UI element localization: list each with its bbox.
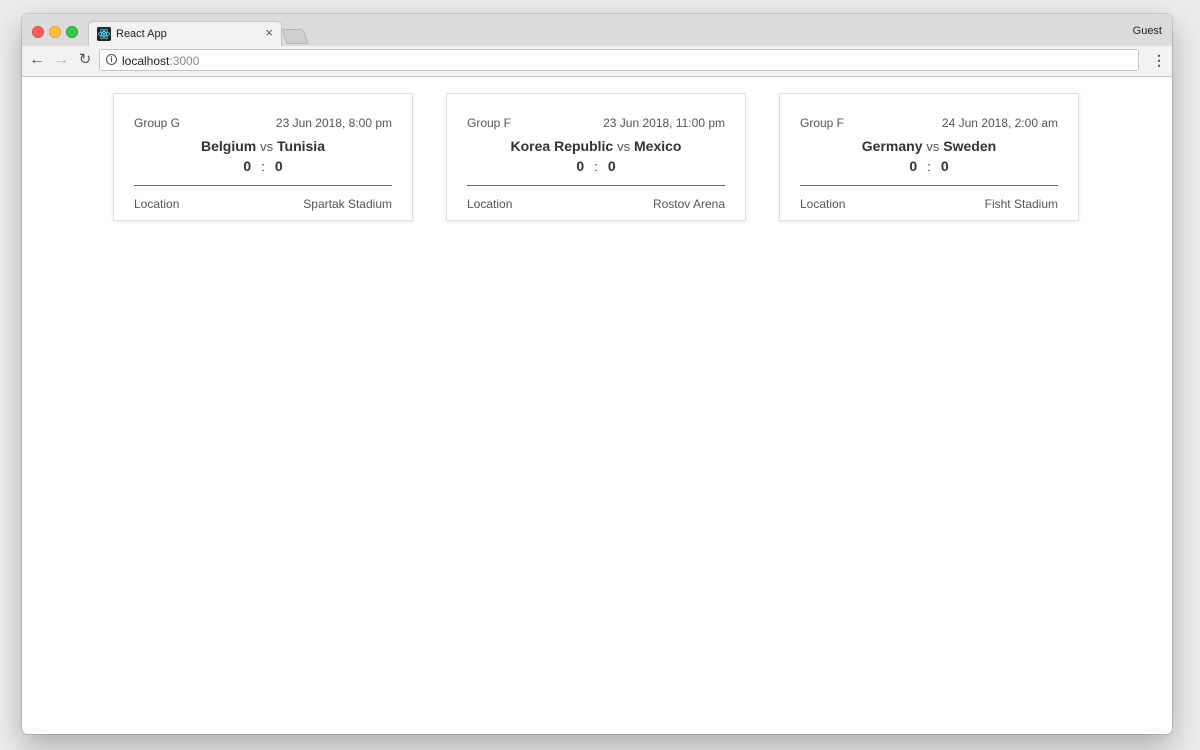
match-score: 0:0 bbox=[780, 158, 1078, 174]
window-close-button[interactable] bbox=[32, 26, 44, 38]
location-value: Rostov Arena bbox=[652, 197, 725, 211]
tab-title: React App bbox=[116, 28, 167, 40]
info-icon[interactable]: i bbox=[106, 54, 117, 65]
match-teams: Germany vs Sweden bbox=[780, 138, 1078, 154]
card-footer: Location Spartak Stadium bbox=[134, 197, 392, 211]
card-divider bbox=[800, 185, 1058, 186]
location-label: Location bbox=[134, 197, 180, 211]
card-divider bbox=[467, 185, 725, 186]
card-footer: Location Fisht Stadium bbox=[800, 197, 1058, 211]
location-label: Location bbox=[467, 197, 513, 211]
versus-label: vs bbox=[260, 139, 274, 154]
forward-arrow-icon[interactable]: → bbox=[52, 51, 70, 69]
match-teams: Belgium vs Tunisia bbox=[114, 138, 412, 154]
reload-icon[interactable]: ↻ bbox=[76, 51, 94, 69]
address-bar[interactable]: i localhost:3000 bbox=[99, 49, 1139, 71]
home-team: Belgium bbox=[201, 138, 257, 154]
react-logo-icon bbox=[97, 27, 111, 41]
score-separator: : bbox=[927, 159, 931, 174]
versus-label: vs bbox=[617, 139, 631, 154]
away-score: 0 bbox=[607, 158, 616, 174]
score-separator: : bbox=[261, 159, 265, 174]
away-team: Sweden bbox=[943, 138, 997, 154]
match-group: Group F bbox=[800, 116, 845, 130]
away-score: 0 bbox=[940, 158, 949, 174]
location-label: Location bbox=[800, 197, 846, 211]
url-text[interactable]: localhost:3000 bbox=[122, 54, 199, 68]
browser-toolbar: ← → ↻ i localhost:3000 ⋮ bbox=[22, 46, 1172, 77]
home-team: Germany bbox=[861, 138, 923, 154]
card-header: Group F 23 Jun 2018, 11:00 pm bbox=[467, 116, 725, 130]
score-separator: : bbox=[594, 159, 598, 174]
match-datetime: 24 Jun 2018, 2:00 am bbox=[941, 116, 1058, 130]
away-team: Mexico bbox=[634, 138, 682, 154]
card-footer: Location Rostov Arena bbox=[467, 197, 725, 211]
back-arrow-icon[interactable]: ← bbox=[28, 51, 46, 69]
home-score: 0 bbox=[243, 158, 252, 174]
window-minimize-button[interactable] bbox=[49, 26, 61, 38]
match-card: Group G 23 Jun 2018, 8:00 pm Belgium vs … bbox=[113, 93, 413, 221]
away-score: 0 bbox=[274, 158, 283, 174]
location-value: Spartak Stadium bbox=[303, 197, 392, 211]
browser-window: React App × Guest ← → ↻ i localhost:3000… bbox=[22, 14, 1172, 734]
new-tab-button[interactable] bbox=[281, 29, 309, 44]
card-header: Group F 24 Jun 2018, 2:00 am bbox=[800, 116, 1058, 130]
card-header: Group G 23 Jun 2018, 8:00 pm bbox=[134, 116, 392, 130]
url-host: localhost bbox=[122, 54, 170, 68]
kebab-menu-icon[interactable]: ⋮ bbox=[1152, 52, 1166, 70]
tab-close-icon[interactable]: × bbox=[265, 26, 273, 40]
match-group: Group F bbox=[467, 116, 512, 130]
url-port: :3000 bbox=[169, 54, 200, 68]
home-score: 0 bbox=[909, 158, 918, 174]
match-score: 0:0 bbox=[447, 158, 745, 174]
home-score: 0 bbox=[576, 158, 585, 174]
profile-label[interactable]: Guest bbox=[1133, 25, 1162, 37]
home-team: Korea Republic bbox=[510, 138, 614, 154]
title-bar: React App × Guest bbox=[22, 14, 1172, 47]
card-divider bbox=[134, 185, 392, 186]
location-value: Fisht Stadium bbox=[984, 197, 1058, 211]
away-team: Tunisia bbox=[277, 138, 325, 154]
match-card: Group F 23 Jun 2018, 11:00 pm Korea Repu… bbox=[446, 93, 746, 221]
match-teams: Korea Republic vs Mexico bbox=[447, 138, 745, 154]
browser-tab[interactable]: React App × bbox=[88, 21, 282, 47]
window-maximize-button[interactable] bbox=[66, 26, 78, 38]
versus-label: vs bbox=[926, 139, 940, 154]
page-content: Group G 23 Jun 2018, 8:00 pm Belgium vs … bbox=[22, 77, 1172, 734]
match-score: 0:0 bbox=[114, 158, 412, 174]
match-datetime: 23 Jun 2018, 8:00 pm bbox=[275, 116, 392, 130]
match-datetime: 23 Jun 2018, 11:00 pm bbox=[603, 116, 725, 130]
match-group: Group G bbox=[134, 116, 181, 130]
match-card: Group F 24 Jun 2018, 2:00 am Germany vs … bbox=[779, 93, 1079, 221]
